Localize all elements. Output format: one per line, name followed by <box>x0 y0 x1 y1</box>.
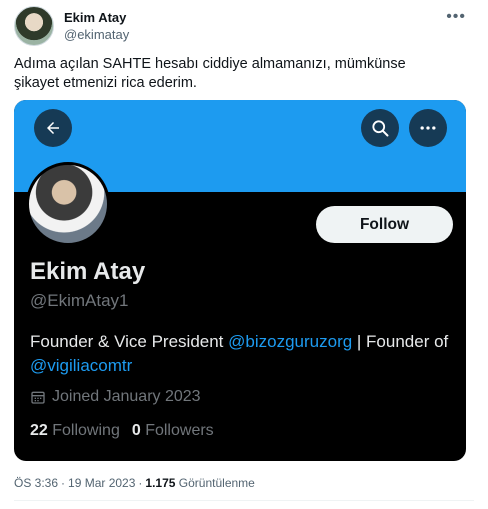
tweet-meta: ÖS 3:36 · 19 Mar 2023 · 1.175 Görüntülenme <box>14 476 255 490</box>
bio-text: Founder & Vice President <box>30 332 229 351</box>
profile-bio: Founder & Vice President @bizozguruzorg … <box>30 330 455 378</box>
back-button <box>34 109 72 147</box>
followers-label: Followers <box>145 422 214 439</box>
followers-stat: 0 Followers <box>132 422 214 440</box>
tweet-header: Ekim Atay @ekimatay ••• <box>14 6 474 46</box>
joined-text: Joined January 2023 <box>52 388 201 405</box>
tweet-time[interactable]: ÖS 3:36 <box>14 476 58 490</box>
ellipsis-icon[interactable]: ••• <box>446 8 466 26</box>
profile-picture <box>26 162 110 246</box>
followers-count: 0 <box>131 422 141 439</box>
views-label: Görüntülenme <box>178 476 255 490</box>
ellipsis-icon <box>420 126 436 130</box>
author-avatar[interactable] <box>14 6 54 46</box>
following-count: 22 <box>30 422 48 439</box>
bio-mention: @vigiliacomtr <box>30 356 133 375</box>
search-icon <box>372 120 389 137</box>
search-button <box>361 109 399 147</box>
calendar-icon <box>31 391 45 404</box>
follow-button: Follow <box>316 206 453 243</box>
profile-handle: @EkimAtay1 <box>30 291 129 310</box>
profile-display-name: Ekim Atay <box>30 258 146 285</box>
divider <box>14 500 474 501</box>
profile-screenshot-card[interactable]: Follow Ekim Atay @EkimAtay1 Founder & Vi… <box>14 100 466 461</box>
tweet-date[interactable]: 19 Mar 2023 <box>68 476 135 490</box>
bio-mention: @bizozguruzorg <box>228 332 353 351</box>
arrow-left-icon <box>47 122 59 134</box>
following-label: Following <box>52 422 120 439</box>
bio-text: | Founder of <box>352 332 449 351</box>
author-handle[interactable]: @ekimatay <box>64 27 129 42</box>
views-count: 1.175 <box>145 476 176 490</box>
following-stat: 22 Following <box>30 422 120 440</box>
joined-date: Joined January 2023 <box>30 388 201 406</box>
author-name[interactable]: Ekim Atay <box>64 10 126 25</box>
tweet-text: Adıma açılan SAHTE hesabı ciddiye almama… <box>14 56 406 91</box>
more-button <box>409 109 447 147</box>
profile-stats: 22 Following 0 Followers <box>30 422 214 440</box>
